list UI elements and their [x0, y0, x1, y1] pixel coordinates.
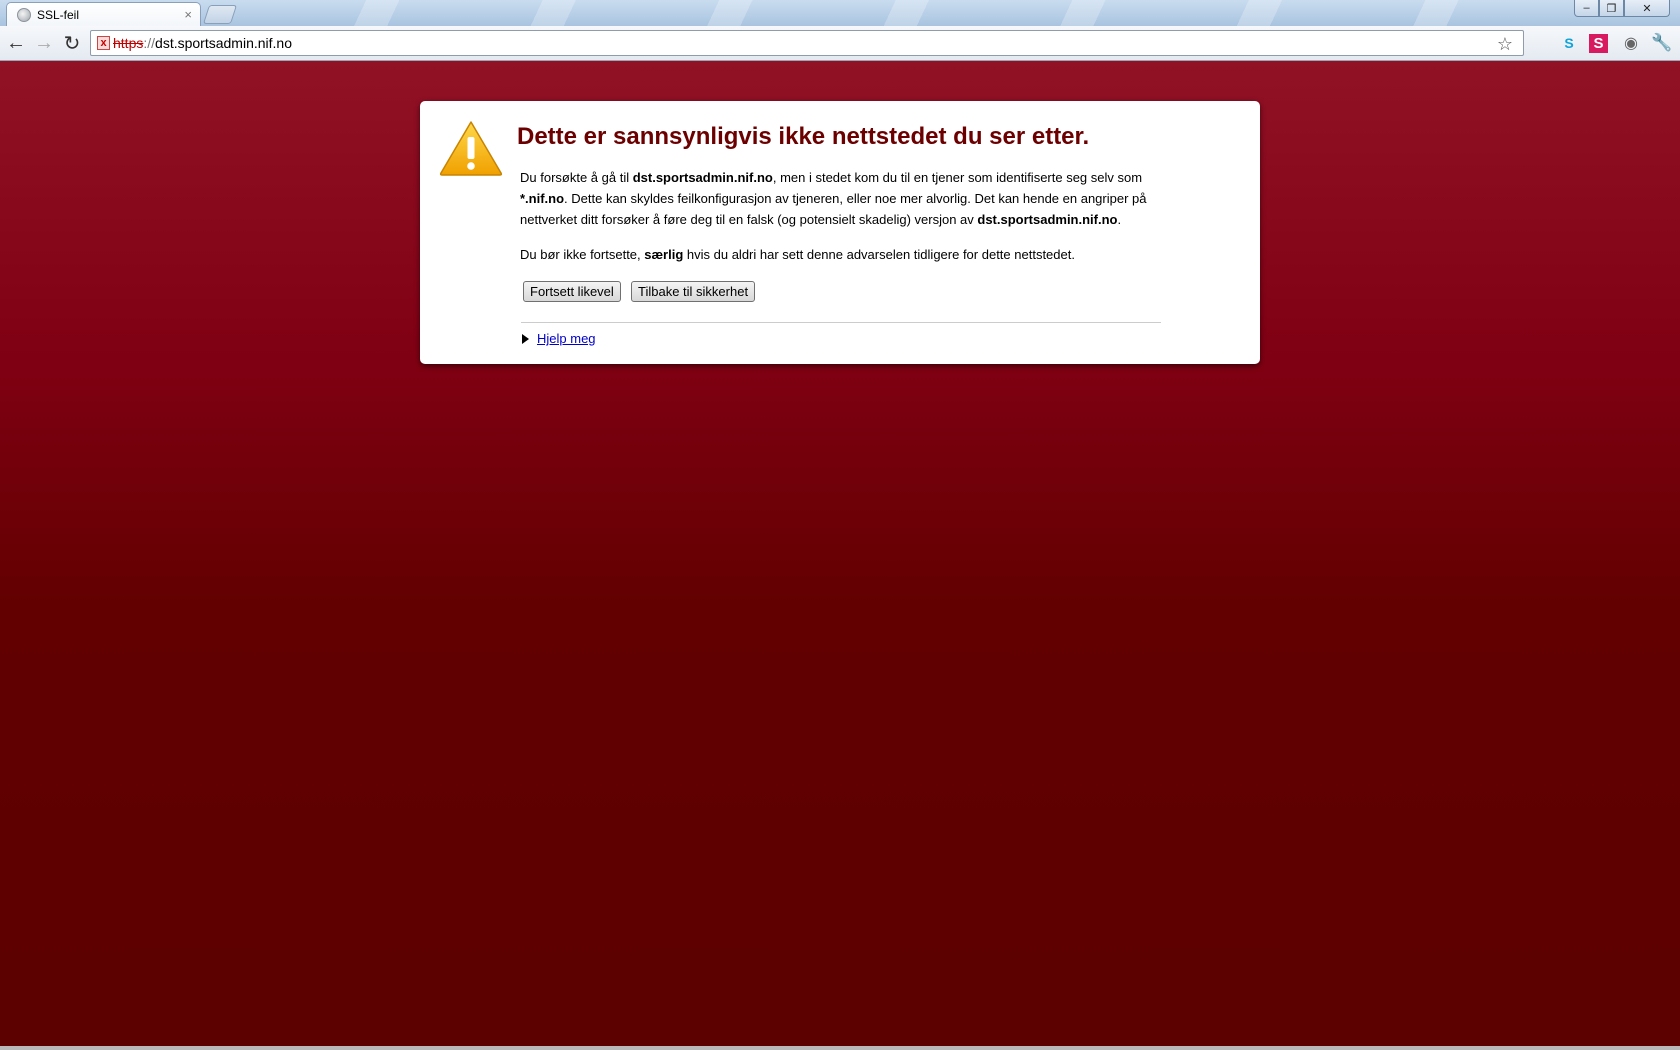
title-bar: SSL-feil × – ❐ ✕ — [0, 0, 1680, 26]
ssl-error-icon[interactable]: x — [97, 36, 110, 50]
tab-ssl-error[interactable]: SSL-feil × — [6, 2, 201, 26]
advice-text: Du bør ikke fortsette, — [520, 247, 645, 262]
requested-host: dst.sportsadmin.nif.no — [977, 212, 1118, 227]
expand-triangle-icon[interactable] — [522, 333, 529, 344]
advice-paragraph: Du bør ikke fortsette, særlig hvis du al… — [520, 244, 1160, 265]
title-bar-decoration — [300, 0, 1500, 26]
maximize-button[interactable]: ❐ — [1599, 0, 1624, 17]
browser-toolbar: ← → ↻ x https://dst.sportsadmin.nif.no ☆… — [0, 26, 1680, 61]
skype-icon[interactable]: S — [1558, 32, 1580, 54]
help-section: Hjelp meg — [522, 331, 596, 346]
eye-icon[interactable]: ◉ — [1620, 32, 1642, 54]
tab-close-icon[interactable]: × — [184, 7, 192, 22]
bookmark-star-icon[interactable]: ☆ — [1497, 34, 1513, 55]
explanation-text: , men i stedet kom du til en tjener som … — [772, 170, 1143, 185]
divider — [521, 322, 1161, 323]
advice-emphasis: særlig — [644, 247, 684, 262]
warning-icon — [439, 121, 503, 176]
page-title: Dette er sannsynligvis ikke nettstedet d… — [517, 123, 1090, 150]
globe-icon — [17, 7, 31, 22]
back-to-safety-button[interactable]: Tilbake til sikkerhet — [631, 281, 756, 302]
explanation-text: Du forsøkte å gå til — [520, 170, 633, 185]
forward-button[interactable]: → — [32, 32, 56, 54]
reload-button[interactable]: ↻ — [60, 32, 84, 55]
proceed-anyway-button[interactable]: Fortsett likevel — [523, 281, 621, 302]
taskbar-edge — [0, 1046, 1680, 1050]
window-controls: – ❐ ✕ — [1574, 0, 1670, 18]
stumbleupon-icon[interactable]: S — [1589, 34, 1608, 53]
close-window-button[interactable]: ✕ — [1624, 0, 1670, 17]
help-me-link[interactable]: Hjelp meg — [537, 331, 596, 346]
address-bar[interactable]: x https://dst.sportsadmin.nif.no ☆ — [90, 30, 1524, 56]
url-separator: :// — [143, 35, 156, 51]
page-content: Dette er sannsynligvis ikke nettstedet d… — [0, 61, 1680, 1050]
url-host: dst.sportsadmin.nif.no — [155, 35, 292, 51]
ssl-warning-panel: Dette er sannsynligvis ikke nettstedet d… — [420, 101, 1260, 364]
advice-text: hvis du aldri har sett denne advarselen … — [683, 247, 1075, 262]
requested-host: dst.sportsadmin.nif.no — [632, 170, 773, 185]
url-text[interactable]: https://dst.sportsadmin.nif.no — [113, 35, 292, 51]
minimize-button[interactable]: – — [1574, 0, 1599, 17]
url-scheme: https — [113, 35, 144, 51]
certificate-host: *.nif.no — [520, 191, 565, 206]
explanation-text: . — [1117, 212, 1122, 227]
new-tab-button[interactable] — [202, 5, 238, 24]
explanation-paragraph: Du forsøkte å gå til dst.sportsadmin.nif… — [520, 167, 1160, 230]
back-button[interactable]: ← — [4, 32, 28, 54]
tab-title: SSL-feil — [37, 7, 80, 22]
wrench-icon[interactable]: 🔧 — [1651, 32, 1673, 54]
